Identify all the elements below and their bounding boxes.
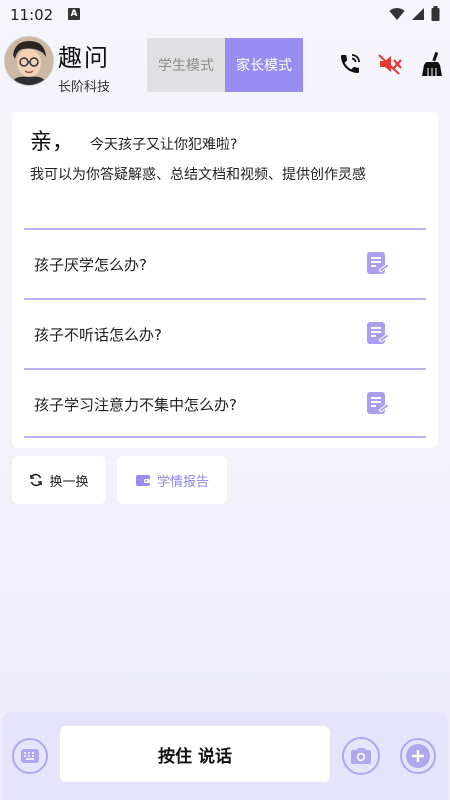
study-report-label: 学情报告 <box>156 474 209 490</box>
refresh-label: 换一换 <box>49 474 89 490</box>
keyboard-icon <box>21 749 39 763</box>
avatar-image <box>5 37 53 85</box>
add-button[interactable] <box>400 738 436 774</box>
signal-icon <box>412 7 424 20</box>
student-mode-tab[interactable]: 学生模式 <box>147 38 225 92</box>
status-time: 11:02 <box>10 6 54 24</box>
broom-icon[interactable] <box>418 50 446 78</box>
camera-button[interactable] <box>342 737 380 775</box>
mode-toggle: 学生模式 家长模式 <box>147 38 303 92</box>
greeting: 亲， 今天孩子又让你犯难啦? <box>30 124 237 156</box>
camera-icon <box>351 748 371 764</box>
status-bar: 11:02 A <box>0 0 450 30</box>
avatar[interactable] <box>4 36 54 86</box>
edit-note-icon[interactable] <box>364 390 390 416</box>
wifi-icon <box>389 7 405 20</box>
keyboard-button[interactable] <box>12 738 48 774</box>
battery-icon <box>431 6 440 21</box>
suggested-question-1[interactable]: 孩子厌学怎么办? <box>24 228 426 298</box>
wallet-icon <box>135 475 150 486</box>
greeting-title: 亲， <box>30 130 75 155</box>
question-text: 孩子厌学怎么办? <box>34 256 147 274</box>
divider <box>24 436 426 438</box>
phone-icon[interactable] <box>336 50 364 78</box>
status-icons <box>389 6 440 21</box>
greeting-question: 今天孩子又让你犯难啦? <box>90 137 238 153</box>
notification-a-icon: A <box>68 8 80 20</box>
parent-mode-tab[interactable]: 家长模式 <box>225 38 303 92</box>
press-to-talk-button[interactable]: 按住 说话 <box>60 726 330 782</box>
suggestion-card: 亲， 今天孩子又让你犯难啦? 我可以为你答疑解惑、总结文档和视频、提供创作灵感 … <box>12 112 438 448</box>
study-report-button[interactable]: 学情报告 <box>117 456 227 504</box>
assistant-description: 我可以为你答疑解惑、总结文档和视频、提供创作灵感 <box>30 167 366 183</box>
edit-note-icon[interactable] <box>364 250 390 276</box>
refresh-icon <box>30 473 43 487</box>
app-title: 趣问 <box>58 44 110 72</box>
suggested-question-3[interactable]: 孩子学习注意力不集中怎么办? <box>24 368 426 438</box>
app-subtitle: 长阶科技 <box>58 80 111 95</box>
refresh-button[interactable]: 换一换 <box>12 456 106 504</box>
mute-icon[interactable] <box>376 50 404 78</box>
question-text: 孩子不听话怎么办? <box>34 326 162 344</box>
plus-icon <box>406 744 430 768</box>
input-bar: 按住 说话 <box>2 712 448 800</box>
app-header: 趣问 长阶科技 学生模式 家长模式 <box>0 32 450 98</box>
edit-note-icon[interactable] <box>364 320 390 346</box>
suggested-question-2[interactable]: 孩子不听话怎么办? <box>24 298 426 368</box>
question-text: 孩子学习注意力不集中怎么办? <box>34 396 237 414</box>
